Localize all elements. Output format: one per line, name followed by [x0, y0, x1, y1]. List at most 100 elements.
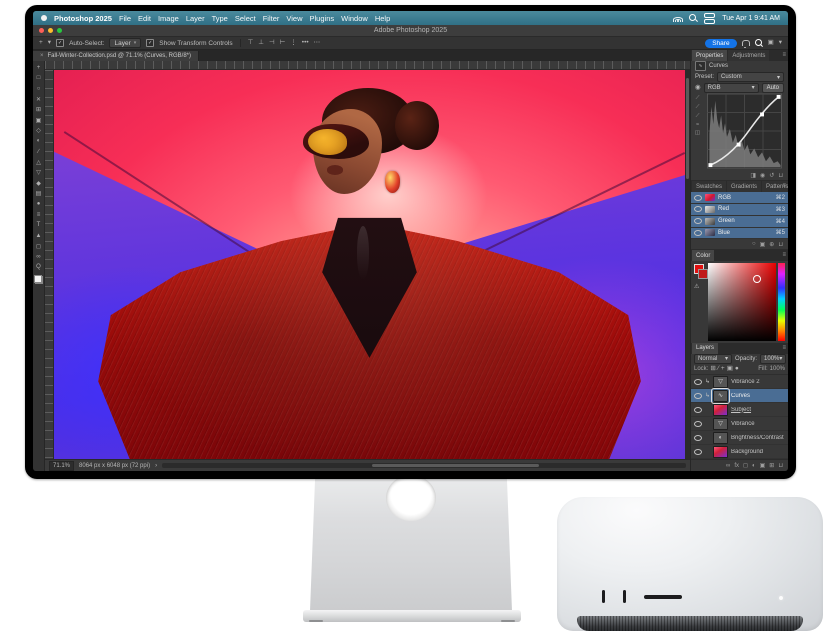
quick-select-tool-icon[interactable]: ✕	[34, 95, 43, 104]
menu-view[interactable]: View	[286, 14, 302, 23]
menu-edit[interactable]: Edit	[138, 14, 151, 23]
workspace-caret-icon[interactable]: ▾	[779, 40, 782, 47]
channel-row-blue[interactable]: Blue ⌘5	[691, 228, 788, 240]
fill-value[interactable]: 100%	[770, 366, 785, 372]
apple-menu-icon[interactable]	[41, 15, 47, 21]
lock-transparency-icon[interactable]: ⊞	[710, 366, 715, 373]
control-center-icon[interactable]	[704, 13, 715, 24]
black-point-eyedropper-icon[interactable]: ⟋	[696, 95, 700, 102]
visibility-eye-icon[interactable]	[694, 206, 702, 212]
visibility-eye-icon[interactable]	[694, 407, 702, 413]
layer-row-subject[interactable]: Subject	[691, 403, 788, 417]
menu-window[interactable]: Window	[341, 14, 368, 23]
foreground-background-swatches[interactable]	[34, 275, 43, 284]
document-tab[interactable]: × Fall-Winter-Collection.psd @ 71.1% (Cu…	[33, 51, 199, 61]
new-group-icon[interactable]: ▣	[760, 462, 766, 469]
channel-row-rgb[interactable]: RGB ⌘2	[691, 192, 788, 204]
spotlight-search-icon[interactable]	[689, 14, 697, 22]
targeted-adjustment-icon[interactable]: ◉	[695, 85, 701, 92]
white-point-eyedropper-icon[interactable]: ⟋	[696, 113, 700, 120]
align-left-icon[interactable]: ⊤	[248, 40, 254, 47]
auto-select-checkbox[interactable]: ✓	[56, 39, 64, 47]
reset-icon[interactable]: ↺	[769, 172, 774, 179]
curve-smooth-icon[interactable]: ≈	[696, 122, 699, 128]
menu-select[interactable]: Select	[235, 14, 256, 23]
history-brush-tool-icon[interactable]: ▽	[34, 168, 43, 177]
search-icon[interactable]	[755, 39, 763, 47]
blend-mode-dropdown[interactable]: Normal▾	[694, 354, 732, 364]
add-mask-icon[interactable]: ◻	[743, 462, 748, 469]
hand-tool-icon[interactable]: ∞	[34, 252, 43, 261]
layer-row-vibrance-2[interactable]: ↳ ▽ Vibrance 2	[691, 375, 788, 389]
visibility-eye-icon[interactable]	[694, 195, 702, 201]
workspace-icon[interactable]: ▣	[768, 40, 774, 47]
type-tool-icon[interactable]: T	[34, 221, 43, 230]
new-layer-icon[interactable]: ⊞	[769, 462, 774, 469]
panel-menu-icon[interactable]: ≡	[782, 183, 786, 189]
panel-menu-icon[interactable]: ≡	[782, 252, 786, 258]
menubar-clock[interactable]: Tue Apr 1 9:41 AM	[722, 15, 780, 22]
eyedropper-tool-icon[interactable]: ◇	[34, 126, 43, 135]
save-selection-icon[interactable]: ▣	[760, 241, 766, 248]
horizontal-scrollbar[interactable]	[162, 463, 686, 468]
move-tool-icon[interactable]: +	[39, 40, 43, 47]
heal-tool-icon[interactable]: ◐	[34, 137, 43, 146]
lock-position-icon[interactable]: +	[721, 366, 725, 373]
distribute-v-icon[interactable]: ⋮	[290, 40, 297, 47]
align-center-icon[interactable]: ⊥	[258, 40, 264, 47]
layer-row-vibrance[interactable]: ▽ Vibrance	[691, 417, 788, 431]
visibility-eye-icon[interactable]	[694, 393, 702, 399]
tab-layers[interactable]: Layers	[692, 343, 718, 354]
brush-tool-icon[interactable]: ∕	[34, 147, 43, 156]
visibility-eye-icon[interactable]	[694, 435, 702, 441]
menu-help[interactable]: Help	[375, 14, 390, 23]
blur-tool-icon[interactable]: ●	[34, 200, 43, 209]
channel-row-green[interactable]: Green ⌘4	[691, 216, 788, 228]
clone-tool-icon[interactable]: △	[34, 158, 43, 167]
preset-dropdown[interactable]: Custom▾	[717, 72, 784, 82]
shape-tool-icon[interactable]: ◻	[34, 242, 43, 251]
auto-select-target-dropdown[interactable]: Layer ▾	[109, 38, 141, 48]
curves-histogram[interactable]	[703, 93, 786, 169]
lasso-tool-icon[interactable]: ○	[34, 84, 43, 93]
distribute-icon[interactable]: ⊢	[280, 40, 286, 47]
tab-color[interactable]: Color	[692, 250, 714, 261]
clip-to-layer-icon[interactable]: ◨	[750, 172, 756, 179]
link-layers-icon[interactable]: ∞	[726, 463, 730, 469]
gray-point-eyedropper-icon[interactable]: ⟋	[696, 104, 700, 111]
crop-tool-icon[interactable]: ⊞	[34, 105, 43, 114]
lock-all-icon[interactable]: ●	[735, 366, 739, 373]
wifi-icon[interactable]	[673, 15, 682, 22]
new-channel-icon[interactable]: ⊕	[769, 241, 774, 248]
tool-preset-caret-icon[interactable]: ▾	[48, 40, 51, 47]
menu-file[interactable]: File	[119, 14, 131, 23]
move-tool-icon[interactable]: +	[34, 63, 43, 72]
gradient-tool-icon[interactable]: ▤	[34, 189, 43, 198]
align-right-icon[interactable]: ⊣	[269, 40, 275, 47]
visibility-eye-icon[interactable]	[694, 449, 702, 455]
saturation-brightness-field[interactable]	[708, 263, 776, 340]
background-color-swatch[interactable]	[698, 269, 708, 279]
path-select-tool-icon[interactable]: ▲	[34, 231, 43, 240]
notifications-bell-icon[interactable]	[742, 40, 750, 46]
share-button[interactable]: Share	[705, 39, 736, 48]
auto-button[interactable]: Auto	[762, 83, 784, 93]
hue-slider[interactable]	[778, 263, 785, 340]
load-selection-icon[interactable]: ○	[752, 241, 756, 247]
curve-grid-icon[interactable]: ◫	[695, 130, 700, 136]
menu-image[interactable]: Image	[158, 14, 179, 23]
marquee-tool-icon[interactable]: □	[34, 74, 43, 83]
channel-dropdown[interactable]: RGB▾	[704, 83, 759, 93]
visibility-eye-icon[interactable]	[694, 230, 702, 236]
eraser-tool-icon[interactable]: ◆	[34, 179, 43, 188]
zoom-tool-icon[interactable]: Q	[34, 263, 43, 272]
delete-layer-icon[interactable]: ⊔	[778, 462, 783, 469]
lock-pixels-icon[interactable]: ∕	[718, 366, 719, 373]
status-arrow-icon[interactable]: ›	[155, 463, 157, 469]
snap-icon[interactable]: ⋯	[314, 40, 321, 47]
frame-tool-icon[interactable]: ▣	[34, 116, 43, 125]
visibility-eye-icon[interactable]	[694, 421, 702, 427]
panel-menu-icon[interactable]: ≡	[782, 52, 786, 58]
tab-swatches[interactable]: Swatches	[692, 181, 726, 192]
opacity-field[interactable]: 100%▾	[760, 354, 786, 364]
